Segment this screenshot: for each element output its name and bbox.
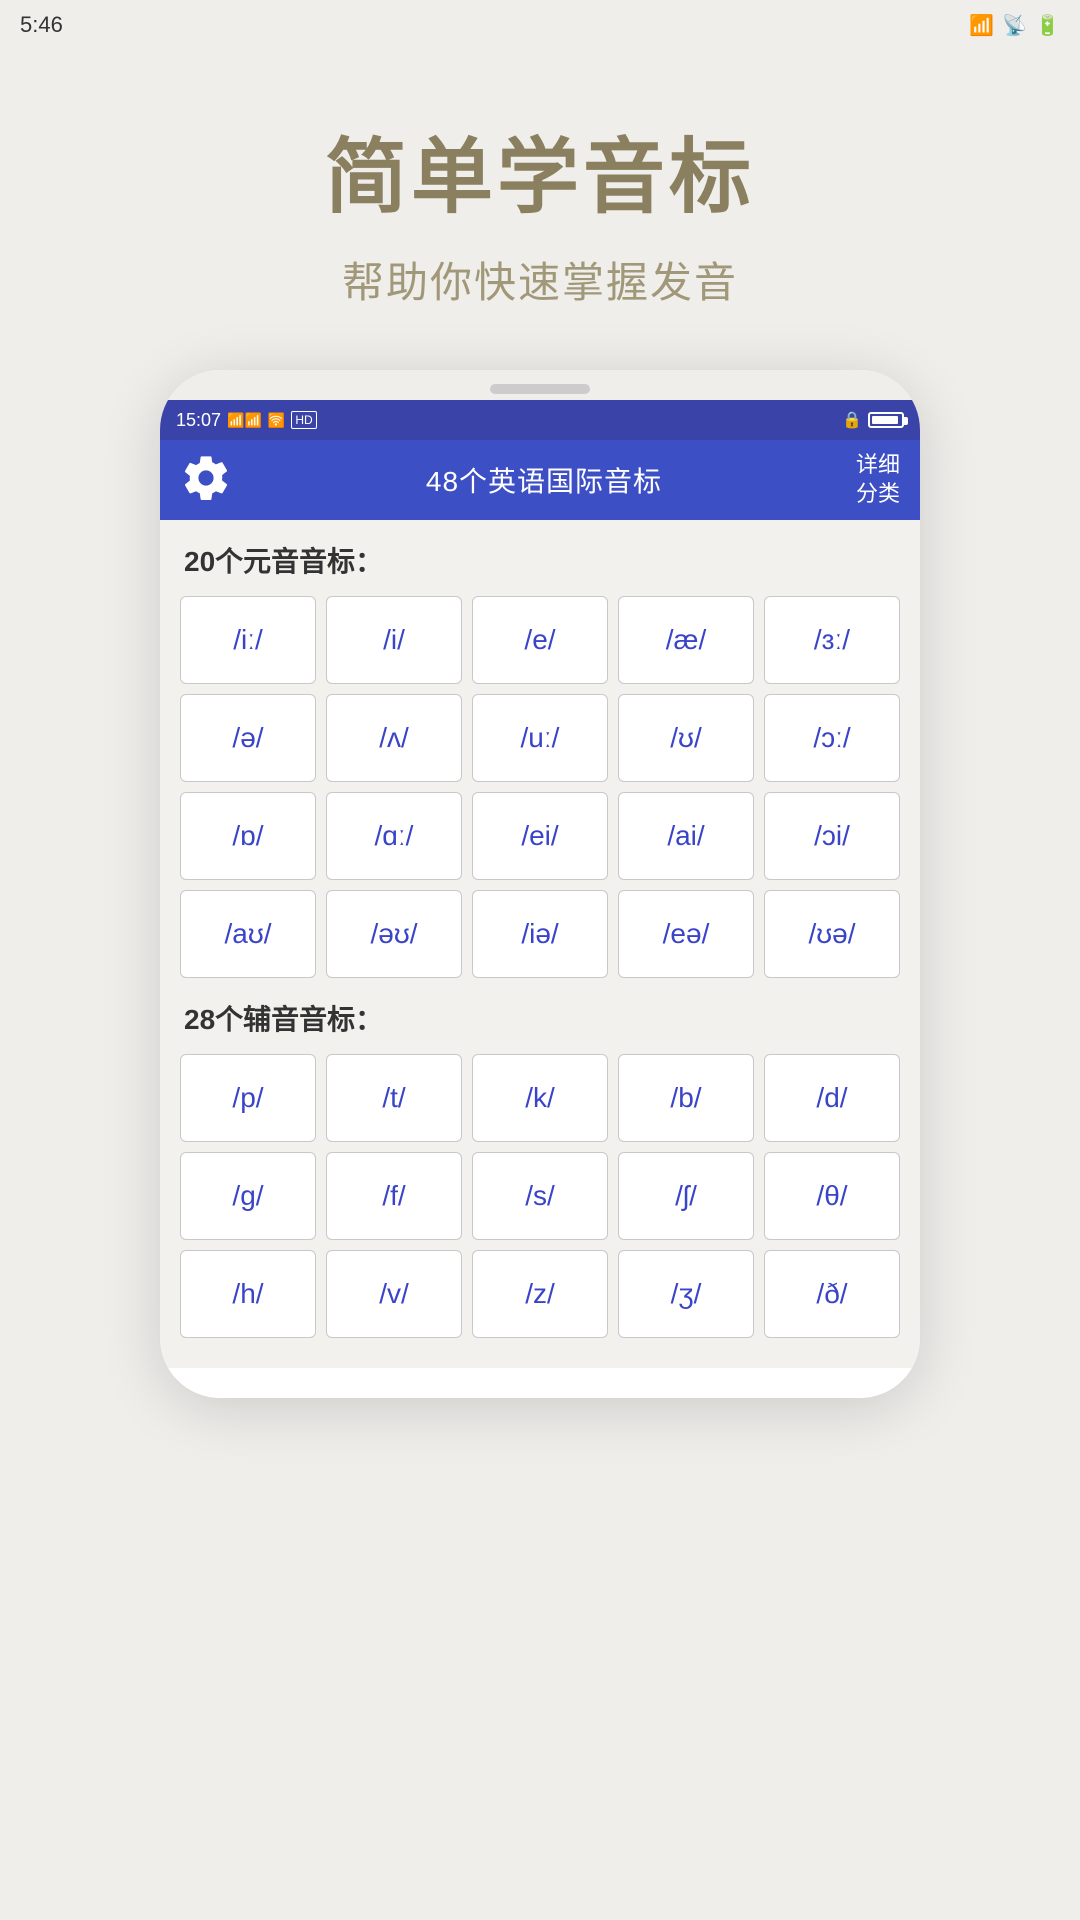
app-status-right: 🔒 xyxy=(842,410,904,430)
vowel-cell[interactable]: /iə/ xyxy=(472,890,608,978)
consonant-cell[interactable]: /v/ xyxy=(326,1250,462,1338)
consonant-cell[interactable]: /k/ xyxy=(472,1054,608,1142)
app-content: 20个元音音标： /iː//i//e//æ//ɜː//ə//ʌ//uː//ʊ//… xyxy=(160,520,920,1368)
vowel-cell[interactable]: /ɒ/ xyxy=(180,792,316,880)
vowel-cell[interactable]: /əʊ/ xyxy=(326,890,462,978)
hero-section: 简单学音标 帮助你快速掌握发音 xyxy=(0,50,1080,350)
vowel-cell[interactable]: /aʊ/ xyxy=(180,890,316,978)
app-status-left: 15:07 📶📶 🛜 HD xyxy=(176,410,317,431)
consonant-cell[interactable]: /t/ xyxy=(326,1054,462,1142)
consonant-cell[interactable]: /d/ xyxy=(764,1054,900,1142)
vowel-cell[interactable]: /ʊ/ xyxy=(618,694,754,782)
vowel-cell[interactable]: /ə/ xyxy=(180,694,316,782)
app-status-time: 15:07 xyxy=(176,410,221,431)
consonant-grid: /p//t//k//b//d//g//f//s//ʃ//θ//h//v//z//… xyxy=(180,1054,900,1338)
vowel-cell[interactable]: /i/ xyxy=(326,596,462,684)
consonant-cell[interactable]: /g/ xyxy=(180,1152,316,1240)
phone-top-bar xyxy=(160,370,920,400)
consonant-cell[interactable]: /ð/ xyxy=(764,1250,900,1338)
consonant-cell[interactable]: /s/ xyxy=(472,1152,608,1240)
battery-indicator xyxy=(868,412,904,428)
app-subtitle: 帮助你快速掌握发音 xyxy=(0,249,1080,310)
vowel-cell[interactable]: /eə/ xyxy=(618,890,754,978)
settings-button[interactable] xyxy=(180,452,232,509)
lock-icon: 🔒 xyxy=(842,410,862,430)
battery-icon-outer: 🔋 xyxy=(1035,13,1060,38)
phone-speaker xyxy=(490,384,590,394)
detail-button[interactable]: 详细 分类 xyxy=(856,451,900,509)
vowel-cell[interactable]: /ɜː/ xyxy=(764,596,900,684)
wifi-icon: 📡 xyxy=(1002,13,1027,38)
consonant-cell[interactable]: /ʃ/ xyxy=(618,1152,754,1240)
signal-bars: 📶📶 xyxy=(227,412,262,429)
consonant-cell[interactable]: /z/ xyxy=(472,1250,608,1338)
toolbar-title: 48个英语国际音标 xyxy=(426,460,662,500)
consonant-section-title: 28个辅音音标： xyxy=(180,998,900,1038)
consonant-cell[interactable]: /b/ xyxy=(618,1054,754,1142)
consonant-cell[interactable]: /ʒ/ xyxy=(618,1250,754,1338)
vowel-cell[interactable]: /ʌ/ xyxy=(326,694,462,782)
vowel-grid: /iː//i//e//æ//ɜː/ /ə//ʌ//uː//ʊ//ɔː/ /ɒ//ɑː… xyxy=(180,596,900,978)
consonant-cell[interactable]: /h/ xyxy=(180,1250,316,1338)
phone-mockup: 15:07 📶📶 🛜 HD 🔒 48个英语国际音标 详细 分类 20个元音音标：… xyxy=(160,370,920,1398)
vowel-cell[interactable]: /e/ xyxy=(472,596,608,684)
vowel-cell[interactable]: /æ/ xyxy=(618,596,754,684)
vowel-cell[interactable]: /ɔi/ xyxy=(764,792,900,880)
status-time: 5:46 xyxy=(20,12,63,38)
wifi-status-icon: 🛜 xyxy=(268,412,285,429)
vowel-cell[interactable]: /ɑː/ xyxy=(326,792,462,880)
status-right-icons: 📶 📡 🔋 xyxy=(969,13,1060,38)
app-toolbar: 48个英语国际音标 详细 分类 xyxy=(160,440,920,520)
consonant-cell[interactable]: /f/ xyxy=(326,1152,462,1240)
vowel-cell[interactable]: /ei/ xyxy=(472,792,608,880)
status-bar: 5:46 📶 📡 🔋 xyxy=(0,0,1080,50)
vowel-cell[interactable]: /uː/ xyxy=(472,694,608,782)
signal-icon: 📶 xyxy=(969,13,994,38)
hd-icon: HD xyxy=(291,411,316,429)
consonant-cell[interactable]: /θ/ xyxy=(764,1152,900,1240)
consonant-cell[interactable]: /p/ xyxy=(180,1054,316,1142)
app-title: 简单学音标 xyxy=(0,110,1080,229)
vowel-cell[interactable]: /ɔː/ xyxy=(764,694,900,782)
vowel-cell[interactable]: /iː/ xyxy=(180,596,316,684)
vowel-cell[interactable]: /ai/ xyxy=(618,792,754,880)
vowel-section-title: 20个元音音标： xyxy=(180,540,900,580)
vowel-cell[interactable]: /ʊə/ xyxy=(764,890,900,978)
app-status-bar: 15:07 📶📶 🛜 HD 🔒 xyxy=(160,400,920,440)
